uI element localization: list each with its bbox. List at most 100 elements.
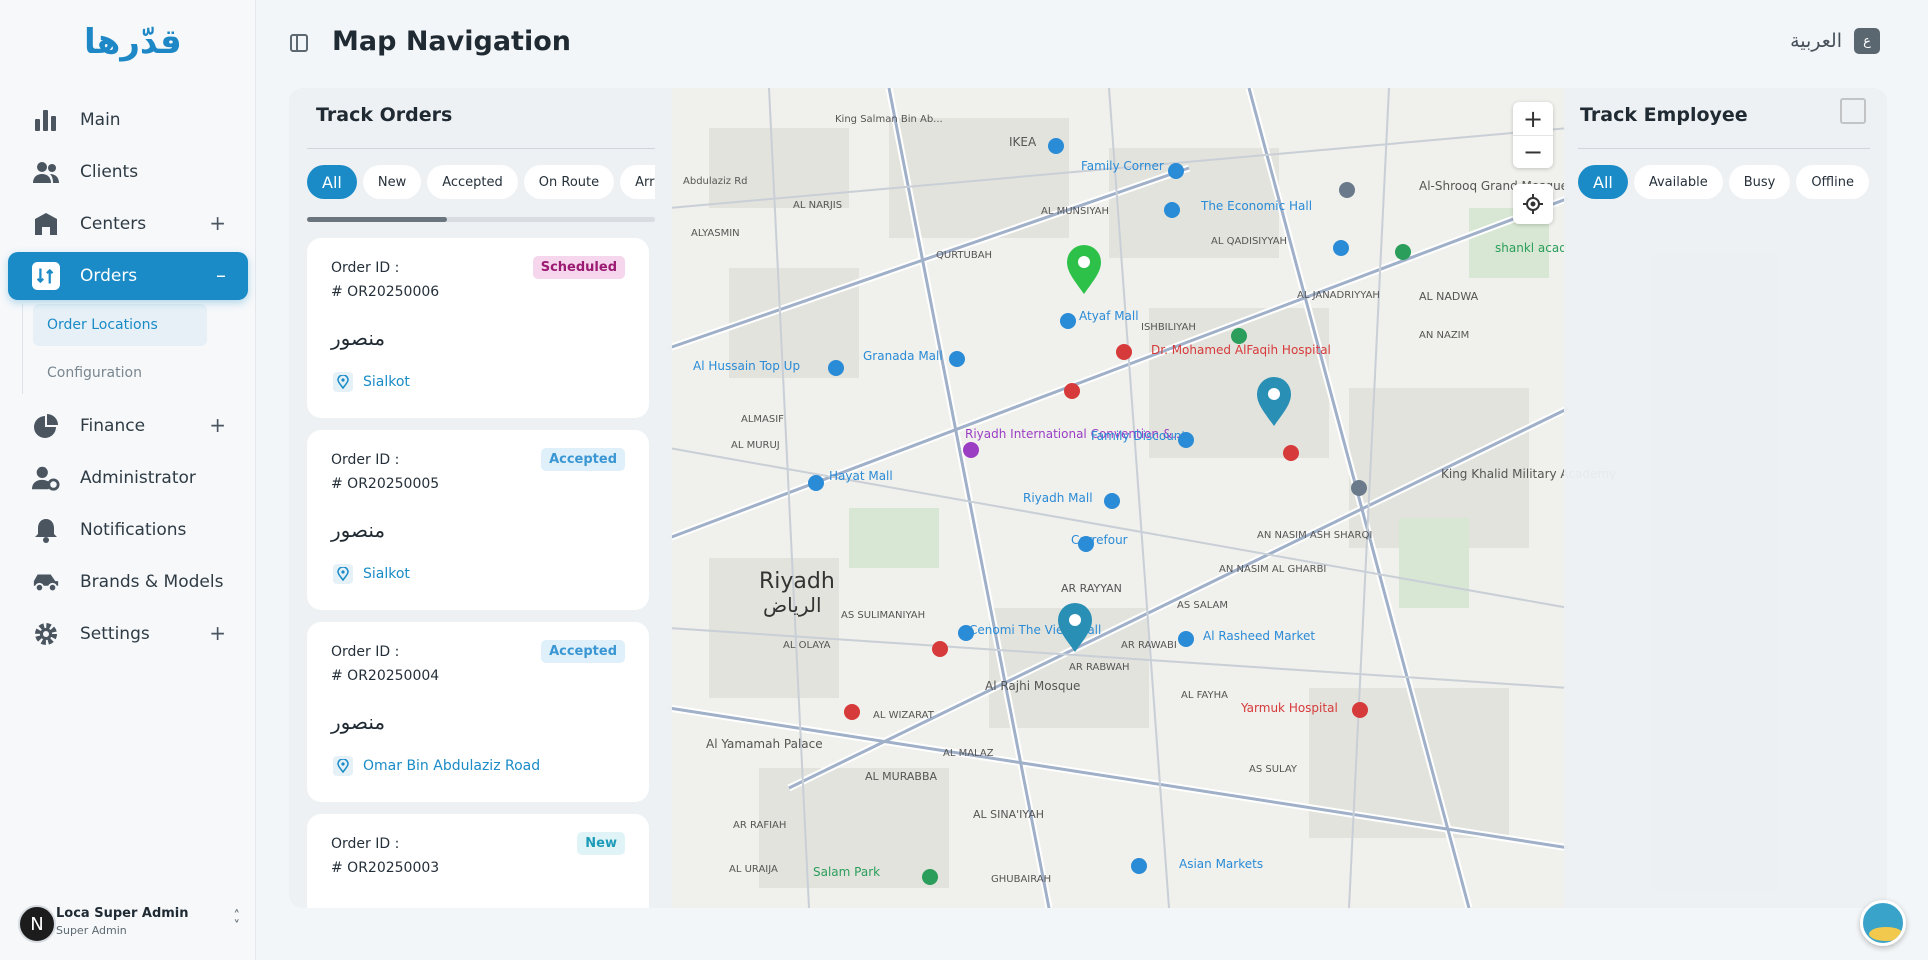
app-logo[interactable]: قدّرها (84, 22, 182, 62)
sidebar-item-main[interactable]: Main (8, 96, 248, 144)
filter-scrollbar[interactable] (307, 217, 655, 222)
location-text: Omar Bin Abdulaziz Road (363, 758, 541, 774)
pie-chart-icon (32, 412, 60, 440)
map-label: Asian Markets (1179, 857, 1263, 871)
gear-icon (32, 620, 60, 648)
map-label: Granada Mall (863, 349, 943, 363)
map-label: Riyadh Mall (1023, 491, 1093, 505)
filter-offline[interactable]: Offline (1796, 165, 1869, 199)
sidebar-item-finance[interactable]: Finance + (8, 402, 248, 450)
map-label: Yarmuk Hospital (1240, 701, 1338, 715)
map-label: GHUBAIRAH (991, 874, 1051, 885)
map-label: AL QADISIYYAH (1211, 236, 1287, 247)
customer-name: منصور (331, 710, 386, 734)
profile-role: Super Admin (56, 924, 127, 937)
map-label: AL FAYHA (1181, 690, 1228, 701)
location-text: Sialkot (363, 374, 410, 390)
map-label: King Salman Bin Ab... (835, 114, 943, 125)
status-badge: Accepted (541, 448, 625, 471)
map-label: AR RAYYAN (1061, 582, 1122, 595)
order-location: Sialkot (333, 564, 410, 584)
map-label: Dr. Mohamed AlFaqih Hospital (1151, 343, 1331, 357)
order-id: # OR20250005 (331, 476, 440, 492)
map-label: Al Rasheed Market (1203, 629, 1315, 643)
order-id-label: Order ID : (331, 836, 400, 852)
zoom-controls: + − (1513, 102, 1553, 168)
zoom-in-button[interactable]: + (1513, 102, 1553, 135)
map-label: AL MUNSIYAH (1041, 206, 1109, 217)
filter-accepted[interactable]: Accepted (427, 165, 518, 199)
orders-submenu: Order Locations Configuration (22, 304, 248, 394)
profile-name: Loca Super Admin (56, 906, 189, 921)
map-label: Family Corner (1081, 159, 1164, 173)
chevron-up-down-icon[interactable]: ˄ ˅ (234, 910, 241, 933)
filter-all[interactable]: All (1578, 165, 1628, 199)
map-container: Riyadh الرياض IKEA Family Corner The Eco… (289, 88, 1887, 908)
sidebar: قدّرها Main Clients Centers + Orders – O… (0, 0, 256, 960)
filter-available[interactable]: Available (1633, 165, 1723, 199)
order-card[interactable]: Order ID : # OR20250003 New (307, 814, 649, 908)
collapse-icon[interactable]: – (216, 265, 226, 285)
sidebar-item-label: Orders (80, 266, 138, 286)
sidebar-item-brands-models[interactable]: Brands & Models (8, 558, 248, 606)
sidebar-toggle-icon[interactable] (290, 34, 308, 52)
filter-arrived[interactable]: Arriv (620, 165, 655, 199)
sidebar-item-label: Notifications (80, 520, 187, 540)
map-label: AR RAWABI (1121, 640, 1177, 651)
order-id: # OR20250006 (331, 284, 440, 300)
language-switch[interactable]: العربية ع (1790, 28, 1880, 54)
filter-busy[interactable]: Busy (1728, 165, 1791, 199)
panel-title: Track Orders (316, 104, 453, 126)
status-badge: Scheduled (532, 256, 625, 279)
user-profile[interactable]: N Loca Super Admin Super Admin ˄ ˅ (18, 904, 240, 944)
expand-icon[interactable]: + (209, 213, 226, 233)
map-city-label: Riyadh (759, 569, 835, 594)
sidebar-item-administrator[interactable]: Administrator (8, 454, 248, 502)
sidebar-item-settings[interactable]: Settings + (8, 610, 248, 658)
status-badge: Accepted (541, 640, 625, 663)
building-icon (32, 210, 60, 238)
status-badge: New (577, 832, 625, 855)
order-card[interactable]: Order ID : # OR20250004 Accepted منصور O… (307, 622, 649, 802)
sidebar-item-notifications[interactable]: Notifications (8, 506, 248, 554)
orders-icon (32, 262, 60, 290)
map-label: Hayat Mall (829, 469, 893, 483)
employee-filter-tabs: All Available Busy Offline (1578, 165, 1869, 199)
my-location-button[interactable] (1513, 184, 1553, 224)
filter-all[interactable]: All (307, 165, 357, 199)
map-label: AL NARJIS (793, 200, 842, 211)
filter-on-route[interactable]: On Route (523, 165, 615, 199)
map-label: AL SINA'IYAH (973, 808, 1044, 821)
filter-new[interactable]: New (362, 165, 422, 199)
page-title: Map Navigation (332, 26, 571, 57)
sidebar-item-orders[interactable]: Orders – (8, 252, 248, 300)
fullscreen-icon[interactable] (1840, 98, 1866, 124)
sidebar-item-label: Clients (80, 162, 139, 182)
map-label: Salam Park (813, 865, 880, 879)
order-card[interactable]: Order ID : # OR20250005 Accepted منصور S… (307, 430, 649, 610)
order-id-label: Order ID : (331, 260, 400, 276)
map-label: AL URAIJA (729, 864, 778, 875)
avatar: N (18, 905, 56, 943)
profile-info: Loca Super Admin Super Admin (56, 906, 189, 937)
sidebar-item-label: Settings (80, 624, 150, 644)
sidebar-item-clients[interactable]: Clients (8, 148, 248, 196)
map-label: QURTUBAH (936, 250, 992, 261)
sidebar-item-centers[interactable]: Centers + (8, 200, 248, 248)
order-filter-tabs: All New Accepted On Route Arriv (307, 165, 655, 199)
order-card[interactable]: Order ID : # OR20250006 Scheduled منصور … (307, 238, 649, 418)
submenu-item-order-locations[interactable]: Order Locations (33, 304, 207, 346)
track-orders-panel: Track Orders All New Accepted On Route A… (289, 88, 672, 908)
map-label: AL WIZARAT (873, 710, 935, 721)
user-gear-icon (32, 464, 60, 492)
bar-chart-icon (32, 106, 60, 134)
location-text: Sialkot (363, 566, 410, 582)
map-label: The Economic Hall (1200, 199, 1312, 213)
map-label: Al Yamamah Palace (706, 737, 823, 751)
submenu-item-configuration[interactable]: Configuration (33, 352, 207, 394)
expand-icon[interactable]: + (209, 623, 226, 643)
help-widget-icon[interactable] (1860, 900, 1906, 946)
zoom-out-button[interactable]: − (1513, 135, 1553, 168)
expand-icon[interactable]: + (209, 415, 226, 435)
page-header: Map Navigation العربية ع (256, 0, 1928, 88)
